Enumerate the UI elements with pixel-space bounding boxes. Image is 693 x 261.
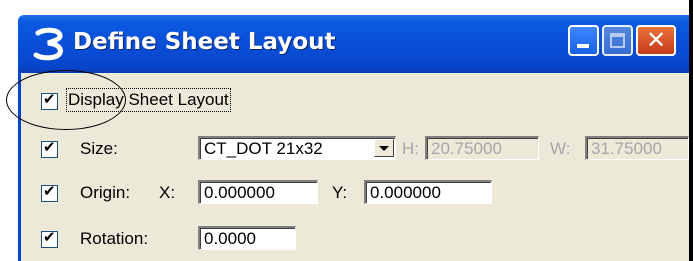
window-title: Define Sheet Layout bbox=[73, 29, 336, 55]
window-edge bbox=[689, 0, 693, 261]
size-label: Size: bbox=[80, 139, 118, 158]
rotation-input[interactable]: 0.0000 bbox=[198, 226, 296, 250]
rotation-label: Rotation: bbox=[80, 229, 149, 248]
maximize-button[interactable] bbox=[602, 25, 633, 56]
close-icon: ✕ bbox=[645, 26, 667, 54]
check-icon: ✔ bbox=[43, 182, 56, 200]
minimize-icon bbox=[577, 44, 589, 48]
width-label: W: bbox=[550, 139, 571, 158]
maximize-icon bbox=[610, 33, 625, 48]
define-sheet-layout-window: Define Sheet Layout ✕ ✔ Display Sheet La… bbox=[0, 0, 693, 261]
highlight-annotation-circle bbox=[6, 70, 126, 130]
height-label: H: bbox=[402, 139, 419, 158]
size-dropdown-button[interactable] bbox=[374, 139, 394, 157]
close-button[interactable]: ✕ bbox=[636, 25, 676, 56]
origin-checkbox[interactable]: ✔ bbox=[41, 182, 58, 202]
origin-label: Origin: bbox=[80, 183, 131, 202]
origin-y-label: Y: bbox=[332, 183, 348, 202]
origin-y-input[interactable]: 0.000000 bbox=[364, 180, 492, 204]
size-select[interactable]: CT_DOT 21x32 bbox=[198, 136, 396, 160]
origin-x-label: X: bbox=[159, 183, 176, 202]
height-field: 20.75000 bbox=[425, 136, 539, 160]
microstation-icon bbox=[33, 27, 63, 61]
check-icon: ✔ bbox=[43, 228, 56, 246]
rotation-checkbox[interactable]: ✔ bbox=[41, 228, 58, 248]
origin-x-input[interactable]: 0.000000 bbox=[198, 180, 318, 204]
size-checkbox[interactable]: ✔ bbox=[41, 138, 58, 158]
size-selected-value: CT_DOT 21x32 bbox=[204, 139, 323, 158]
check-icon: ✔ bbox=[43, 138, 56, 156]
chevron-down-icon bbox=[379, 146, 389, 151]
width-field: 31.75000 bbox=[585, 136, 689, 160]
title-bar[interactable]: Define Sheet Layout ✕ bbox=[18, 15, 689, 73]
minimize-button[interactable] bbox=[568, 25, 599, 56]
